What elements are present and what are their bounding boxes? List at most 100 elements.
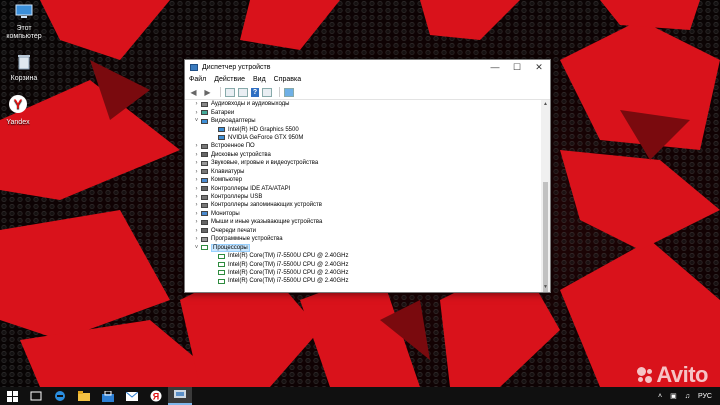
task-view-button[interactable] — [24, 387, 48, 405]
tray-chevron-icon[interactable]: ˄ — [658, 393, 662, 400]
system-tray: ˄ ▣ ♫ РУС — [658, 387, 720, 405]
tree-item[interactable]: › Контроллеры USB — [193, 193, 540, 201]
tree-item-label: Очереди печати — [211, 227, 257, 234]
processor-icon — [218, 262, 225, 268]
update-driver-icon[interactable] — [262, 87, 272, 97]
scroll-up-icon[interactable]: ▲ — [541, 100, 550, 109]
desktop-icon-recycle-bin[interactable]: Корзина — [0, 54, 48, 83]
tree-item-label: Intel(R) Core(TM) i7-5500U CPU @ 2.40GHz — [228, 261, 349, 268]
properties-icon[interactable] — [238, 87, 248, 97]
tree-item[interactable]: › Компьютер — [193, 176, 540, 184]
tree-item-label: Intel(R) HD Graphics 5500 — [228, 126, 299, 133]
ide-controller-icon — [201, 186, 208, 192]
expand-chevron-icon[interactable]: › — [193, 160, 200, 166]
taskbar-device-manager[interactable] — [168, 387, 192, 405]
volume-icon[interactable]: ♫ — [685, 393, 690, 400]
menu-bar: Файл Действие Вид Справка — [185, 74, 550, 85]
taskbar-edge[interactable] — [48, 387, 72, 405]
tree-item[interactable]: ˅ Процессоры — [193, 243, 540, 252]
scan-hardware-icon[interactable] — [284, 87, 294, 97]
expand-chevron-icon[interactable]: › — [193, 110, 200, 116]
usb-icon — [201, 194, 208, 200]
keyboard-icon — [201, 169, 208, 175]
taskbar-mail[interactable] — [120, 387, 144, 405]
menu-action[interactable]: Действие — [214, 76, 245, 83]
expand-chevron-icon[interactable]: › — [193, 143, 200, 149]
tree-item[interactable]: › Мониторы — [193, 210, 540, 218]
expand-chevron-icon[interactable]: › — [193, 169, 200, 175]
tree-item[interactable]: Intel(R) Core(TM) i7-5500U CPU @ 2.40GHz — [193, 277, 540, 285]
avito-watermark-text: Avito — [656, 362, 708, 387]
yandex-browser-icon: Y — [0, 94, 42, 117]
device-manager-icon — [190, 63, 198, 71]
display-adapter-icon — [218, 135, 225, 141]
device-tree: › Аудиовходы и аудиовыходы › Батареи ˅ Видеоа… — [193, 100, 540, 286]
mouse-icon — [201, 219, 208, 225]
expand-chevron-icon[interactable]: › — [193, 194, 200, 200]
network-icon[interactable]: ▣ — [670, 392, 677, 400]
software-device-icon — [201, 236, 208, 242]
desktop-icon-this-pc[interactable]: Этот компьютер — [0, 4, 48, 41]
tree-item[interactable]: › Звуковые, игровые и видеоустройства — [193, 159, 540, 167]
tree-item[interactable]: › Мыши и иные указывающие устройства — [193, 218, 540, 226]
help-icon[interactable]: ? — [251, 87, 259, 97]
scroll-down-icon[interactable]: ▼ — [541, 283, 550, 292]
back-arrow-icon[interactable]: ◀ — [188, 87, 199, 97]
monitor-icon — [201, 211, 208, 217]
tree-item[interactable]: Intel(R) Core(TM) i7-5500U CPU @ 2.40GHz — [193, 260, 540, 268]
menu-view[interactable]: Вид — [253, 76, 266, 83]
device-tree-pane[interactable]: › Аудиовходы и аудиовыходы › Батареи ˅ Видеоа… — [185, 100, 550, 292]
device-manager-window[interactable]: Диспетчер устройств — ☐ ✕ Файл Действие … — [184, 59, 551, 293]
tree-item[interactable]: › Контроллеры IDE ATA/ATAPI — [193, 184, 540, 192]
forward-arrow-icon[interactable]: ▶ — [202, 87, 213, 97]
expand-chevron-icon[interactable]: › — [193, 219, 200, 225]
tree-item[interactable]: › Клавиатуры — [193, 168, 540, 176]
processor-icon — [218, 278, 225, 284]
tree-item[interactable]: › Аудиовходы и аудиовыходы — [193, 100, 540, 108]
tree-item[interactable]: › Контроллеры запоминающих устройств — [193, 201, 540, 209]
device-manager-icon — [174, 390, 186, 398]
tree-item-label: Процессоры — [211, 243, 250, 252]
tree-item[interactable]: Intel(R) Core(TM) i7-5500U CPU @ 2.40GHz — [193, 252, 540, 260]
tree-item[interactable]: Intel(R) Core(TM) i7-5500U CPU @ 2.40GHz — [193, 269, 540, 277]
tree-item[interactable]: › Батареи — [193, 108, 540, 116]
tree-item[interactable]: NVIDIA GeForce GTX 950M — [193, 134, 540, 142]
maximize-button[interactable]: ☐ — [506, 60, 528, 74]
taskbar-store[interactable] — [96, 387, 120, 405]
taskbar-explorer[interactable] — [72, 387, 96, 405]
tree-item[interactable]: ˅ Видеоадаптеры — [193, 117, 540, 125]
expand-chevron-icon[interactable]: › — [193, 101, 200, 107]
expand-chevron-icon[interactable]: › — [193, 152, 200, 158]
desktop-icon-yandex[interactable]: Y Yandex — [0, 94, 42, 127]
tree-item[interactable]: › Встроенное ПО — [193, 142, 540, 150]
tree-item-label: Программные устройства — [211, 236, 283, 243]
expand-chevron-icon[interactable]: › — [193, 186, 200, 192]
sound-icon — [201, 160, 208, 166]
expand-chevron-icon[interactable]: › — [193, 202, 200, 208]
expand-chevron-icon[interactable]: › — [193, 211, 200, 217]
start-button[interactable] — [0, 387, 24, 405]
menu-file[interactable]: Файл — [189, 76, 206, 83]
collapse-chevron-icon[interactable]: ˅ — [193, 118, 200, 124]
language-indicator[interactable]: РУС — [698, 393, 712, 400]
tree-item[interactable]: › Программные устройства — [193, 235, 540, 243]
expand-chevron-icon[interactable]: › — [193, 228, 200, 234]
close-button[interactable]: ✕ — [528, 60, 550, 74]
svg-text:Я: Я — [153, 392, 159, 402]
taskbar-yandex[interactable]: Я — [144, 387, 168, 405]
collapse-chevron-icon[interactable]: ˅ — [193, 245, 200, 251]
show-hide-console-tree-icon[interactable] — [225, 87, 235, 97]
expand-chevron-icon[interactable]: › — [193, 177, 200, 183]
expand-chevron-icon[interactable]: › — [193, 236, 200, 242]
tree-item[interactable]: Intel(R) HD Graphics 5500 — [193, 125, 540, 133]
tree-item[interactable]: › Дисковые устройства — [193, 151, 540, 159]
minimize-button[interactable]: — — [484, 60, 506, 74]
avito-watermark: Avito — [637, 362, 708, 388]
tree-item-label: Встроенное ПО — [211, 143, 255, 150]
menu-help[interactable]: Справка — [274, 76, 301, 83]
tree-item-label: Звуковые, игровые и видеоустройства — [211, 160, 319, 167]
tree-item[interactable]: › Очереди печати — [193, 227, 540, 235]
title-bar[interactable]: Диспетчер устройств — ☐ ✕ — [185, 60, 550, 74]
scrollbar-thumb[interactable] — [543, 182, 548, 292]
vertical-scrollbar[interactable]: ▲ ▼ — [541, 100, 550, 292]
